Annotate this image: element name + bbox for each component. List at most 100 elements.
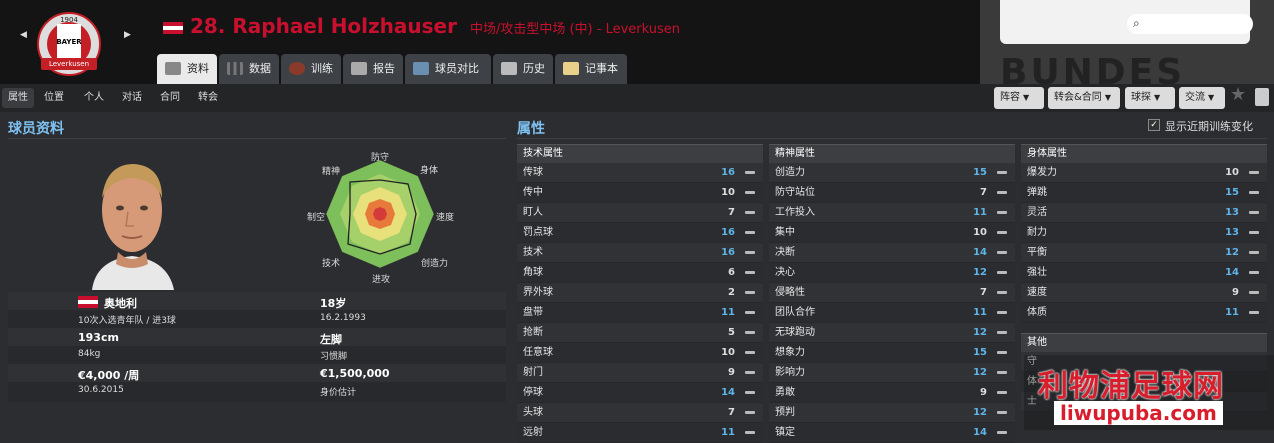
trend-dash-icon	[997, 391, 1007, 394]
attribute-row[interactable]: 集中 10	[769, 223, 1015, 243]
tab-notepad[interactable]: 记事本	[555, 54, 627, 84]
attribute-row[interactable]: 决断 14	[769, 243, 1015, 263]
subtab-transfer[interactable]: 转会	[192, 88, 224, 108]
attribute-row[interactable]: 强壮 14	[1021, 263, 1267, 283]
magnifier-icon: ⌕	[1133, 16, 1140, 30]
attribute-row[interactable]: 预判 12	[769, 403, 1015, 423]
attribute-row[interactable]: 侵略性 7	[769, 283, 1015, 303]
attribute-name: 技术	[523, 247, 543, 258]
attribute-value: 6	[728, 267, 735, 278]
attribute-row[interactable]: 远射 11	[517, 423, 763, 443]
market-value: €1,500,000	[320, 367, 390, 380]
attribute-row[interactable]: 勇敢 9	[769, 383, 1015, 403]
attribute-row[interactable]: 防守站位 7	[769, 183, 1015, 203]
squad-dropdown[interactable]: 阵容 ▼	[994, 87, 1044, 109]
transfer-contract-dropdown[interactable]: 转会&合同 ▼	[1048, 87, 1120, 109]
attribute-value: 7	[728, 207, 735, 218]
preferred-foot: 左脚	[320, 333, 342, 346]
trend-dash-icon	[997, 331, 1007, 334]
tab-profile[interactable]: 资料	[157, 54, 217, 84]
physical-header: 身体属性	[1021, 144, 1267, 163]
attribute-name: 预判	[775, 407, 795, 418]
attribute-row[interactable]: 弹跳 15	[1021, 183, 1267, 203]
tab-label: 历史	[523, 62, 545, 75]
attribute-name: 远射	[523, 427, 543, 438]
attribute-row[interactable]: 想象力 15	[769, 343, 1015, 363]
trend-dash-icon	[745, 191, 755, 194]
attribute-row[interactable]: 任意球 10	[517, 343, 763, 363]
attribute-row[interactable]: 爆发力 10	[1021, 163, 1267, 183]
tab-training[interactable]: 训练	[281, 54, 341, 84]
age: 18岁	[320, 297, 347, 310]
trend-dash-icon	[1249, 191, 1259, 194]
attribute-row[interactable]: 镇定 14	[769, 423, 1015, 443]
tab-report[interactable]: 报告	[343, 54, 403, 84]
profile-section-title: 球员资料	[8, 121, 64, 137]
next-player-arrow-icon[interactable]: ▶	[124, 30, 131, 40]
club-crest: 1904 BAYER Leverkusen	[37, 12, 101, 76]
star-icon[interactable]: ★	[1230, 84, 1246, 105]
attribute-row[interactable]: 界外球 2	[517, 283, 763, 303]
subtab-personal[interactable]: 个人	[78, 88, 110, 108]
chevron-down-icon: ▼	[1154, 93, 1161, 102]
bio-row-height-foot: 193cm 左脚	[8, 328, 506, 348]
radar-label-speed: 速度	[436, 213, 455, 223]
attribute-row[interactable]: 盘带 11	[517, 303, 763, 323]
contract-end: 30.6.2015	[78, 385, 124, 395]
tab-data[interactable]: 数据	[219, 54, 279, 84]
show-training-checkbox[interactable]: ✓	[1148, 119, 1160, 131]
crest-year: 1904	[60, 16, 78, 24]
attribute-row[interactable]: 头球 7	[517, 403, 763, 423]
trend-dash-icon	[1249, 171, 1259, 174]
attribute-row[interactable]: 技术 16	[517, 243, 763, 263]
subtab-contract[interactable]: 合同	[154, 88, 186, 108]
subtab-attributes[interactable]: 属性	[2, 88, 34, 108]
attribute-row[interactable]: 无球跑动 12	[769, 323, 1015, 343]
attribute-value: 14	[1225, 267, 1239, 278]
attribute-row[interactable]: 停球 14	[517, 383, 763, 403]
trend-dash-icon	[745, 271, 755, 274]
attribute-name: 角球	[523, 267, 543, 278]
player-title: 28. Raphael Holzhauser 中场/攻击型中场 (中) - Le…	[163, 14, 680, 38]
attribute-value: 11	[1225, 307, 1239, 318]
subtab-dialogue[interactable]: 对话	[116, 88, 148, 108]
attribute-row[interactable]: 盯人 7	[517, 203, 763, 223]
interact-dropdown[interactable]: 交流 ▼	[1179, 87, 1225, 109]
attribute-row[interactable]: 角球 6	[517, 263, 763, 283]
trend-dash-icon	[745, 231, 755, 234]
attribute-row[interactable]: 速度 9	[1021, 283, 1267, 303]
attribute-row[interactable]: 罚点球 16	[517, 223, 763, 243]
prev-player-arrow-icon[interactable]: ◀	[20, 30, 27, 40]
tab-label: 球员对比	[435, 62, 479, 75]
tab-history[interactable]: 历史	[493, 54, 553, 84]
mental-header: 精神属性	[769, 144, 1015, 163]
bio-row-contract: 30.6.2015 身价估计	[8, 382, 506, 402]
scout-dropdown[interactable]: 球探 ▼	[1125, 87, 1175, 109]
attribute-row[interactable]: 传中 10	[517, 183, 763, 203]
header: ◀ ▶ 1904 BAYER Leverkusen 28. Raphael Ho…	[0, 0, 1274, 84]
trend-dash-icon	[745, 311, 755, 314]
attribute-row[interactable]: 影响力 12	[769, 363, 1015, 383]
attribute-row[interactable]: 团队合作 11	[769, 303, 1015, 323]
attribute-row[interactable]: 创造力 15	[769, 163, 1015, 183]
tab-label: 训练	[311, 62, 333, 75]
ball-icon	[289, 62, 305, 75]
attribute-row[interactable]: 传球 16	[517, 163, 763, 183]
attribute-row[interactable]: 耐力 13	[1021, 223, 1267, 243]
subtab-position[interactable]: 位置	[38, 88, 70, 108]
attribute-row[interactable]: 平衡 12	[1021, 243, 1267, 263]
attribute-name: 影响力	[775, 367, 805, 378]
tab-label: 资料	[187, 62, 209, 75]
attribute-value: 11	[973, 307, 987, 318]
attribute-row[interactable]: 灵活 13	[1021, 203, 1267, 223]
attribute-row[interactable]: 决心 12	[769, 263, 1015, 283]
tab-compare[interactable]: 球员对比	[405, 54, 491, 84]
attribute-row[interactable]: 体质 11	[1021, 303, 1267, 323]
attribute-row[interactable]: 射门 9	[517, 363, 763, 383]
radar-label-mental: 精神	[322, 167, 341, 177]
attribute-name: 侵略性	[775, 287, 805, 298]
document-icon[interactable]	[1255, 88, 1269, 106]
search-input[interactable]: ⌕	[1127, 14, 1253, 34]
attribute-row[interactable]: 抢断 5	[517, 323, 763, 343]
attribute-row[interactable]: 工作投入 11	[769, 203, 1015, 223]
